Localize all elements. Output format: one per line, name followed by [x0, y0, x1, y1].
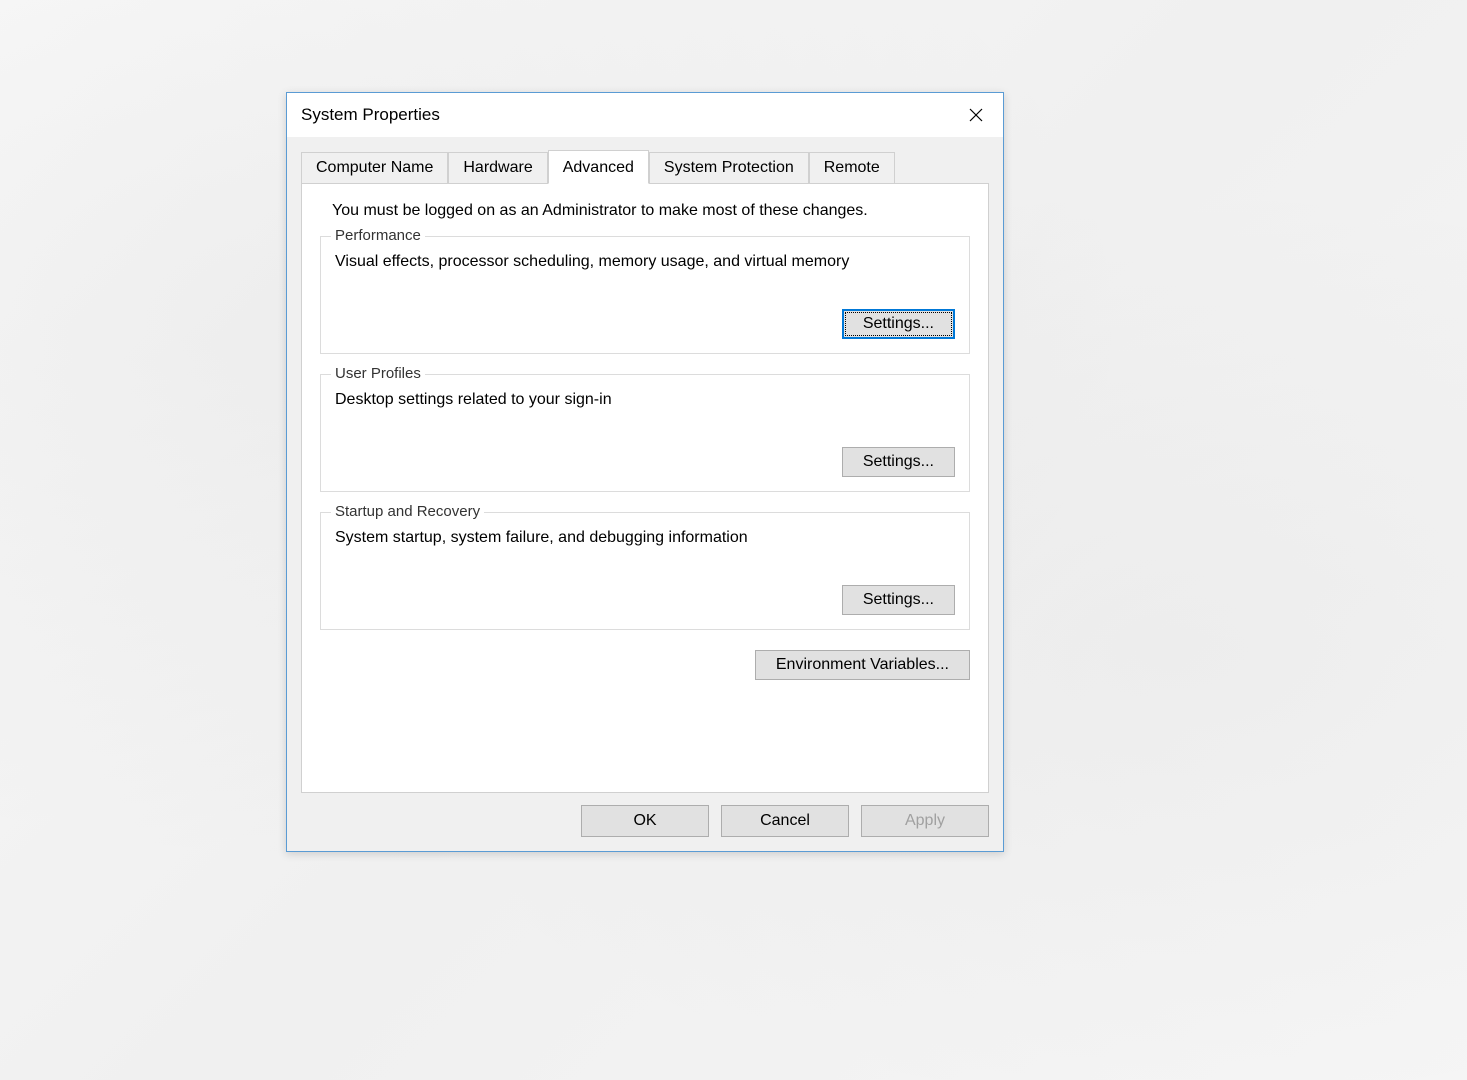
- legend-performance: Performance: [331, 227, 425, 244]
- admin-note: You must be logged on as an Administrato…: [332, 202, 970, 220]
- tab-advanced[interactable]: Advanced: [548, 150, 649, 184]
- close-button[interactable]: [957, 100, 995, 130]
- desc-user-profiles: Desktop settings related to your sign-in: [335, 391, 955, 409]
- environment-variables-button[interactable]: Environment Variables...: [755, 650, 970, 680]
- ok-button[interactable]: OK: [581, 805, 709, 837]
- tabs-row: Computer Name Hardware Advanced System P…: [287, 137, 1003, 183]
- dialog-button-row: OK Cancel Apply: [581, 805, 989, 837]
- tab-hardware[interactable]: Hardware: [448, 152, 547, 184]
- desc-performance: Visual effects, processor scheduling, me…: [335, 253, 955, 271]
- startup-recovery-settings-button[interactable]: Settings...: [842, 585, 955, 615]
- tab-remote[interactable]: Remote: [809, 152, 895, 184]
- cancel-button[interactable]: Cancel: [721, 805, 849, 837]
- fieldset-user-profiles: User Profiles Desktop settings related t…: [320, 374, 970, 492]
- tab-content-advanced: You must be logged on as an Administrato…: [301, 183, 989, 793]
- system-properties-dialog: System Properties Computer Name Hardware…: [286, 92, 1004, 852]
- legend-startup-recovery: Startup and Recovery: [331, 503, 484, 520]
- close-icon: [969, 108, 983, 122]
- tab-system-protection[interactable]: System Protection: [649, 152, 809, 184]
- fieldset-performance: Performance Visual effects, processor sc…: [320, 236, 970, 354]
- tab-computer-name[interactable]: Computer Name: [301, 152, 448, 184]
- performance-settings-button[interactable]: Settings...: [842, 309, 955, 339]
- user-profiles-settings-button[interactable]: Settings...: [842, 447, 955, 477]
- titlebar[interactable]: System Properties: [287, 93, 1003, 137]
- apply-button[interactable]: Apply: [861, 805, 989, 837]
- legend-user-profiles: User Profiles: [331, 365, 425, 382]
- fieldset-startup-recovery: Startup and Recovery System startup, sys…: [320, 512, 970, 630]
- desc-startup-recovery: System startup, system failure, and debu…: [335, 529, 955, 547]
- dialog-title: System Properties: [301, 105, 440, 125]
